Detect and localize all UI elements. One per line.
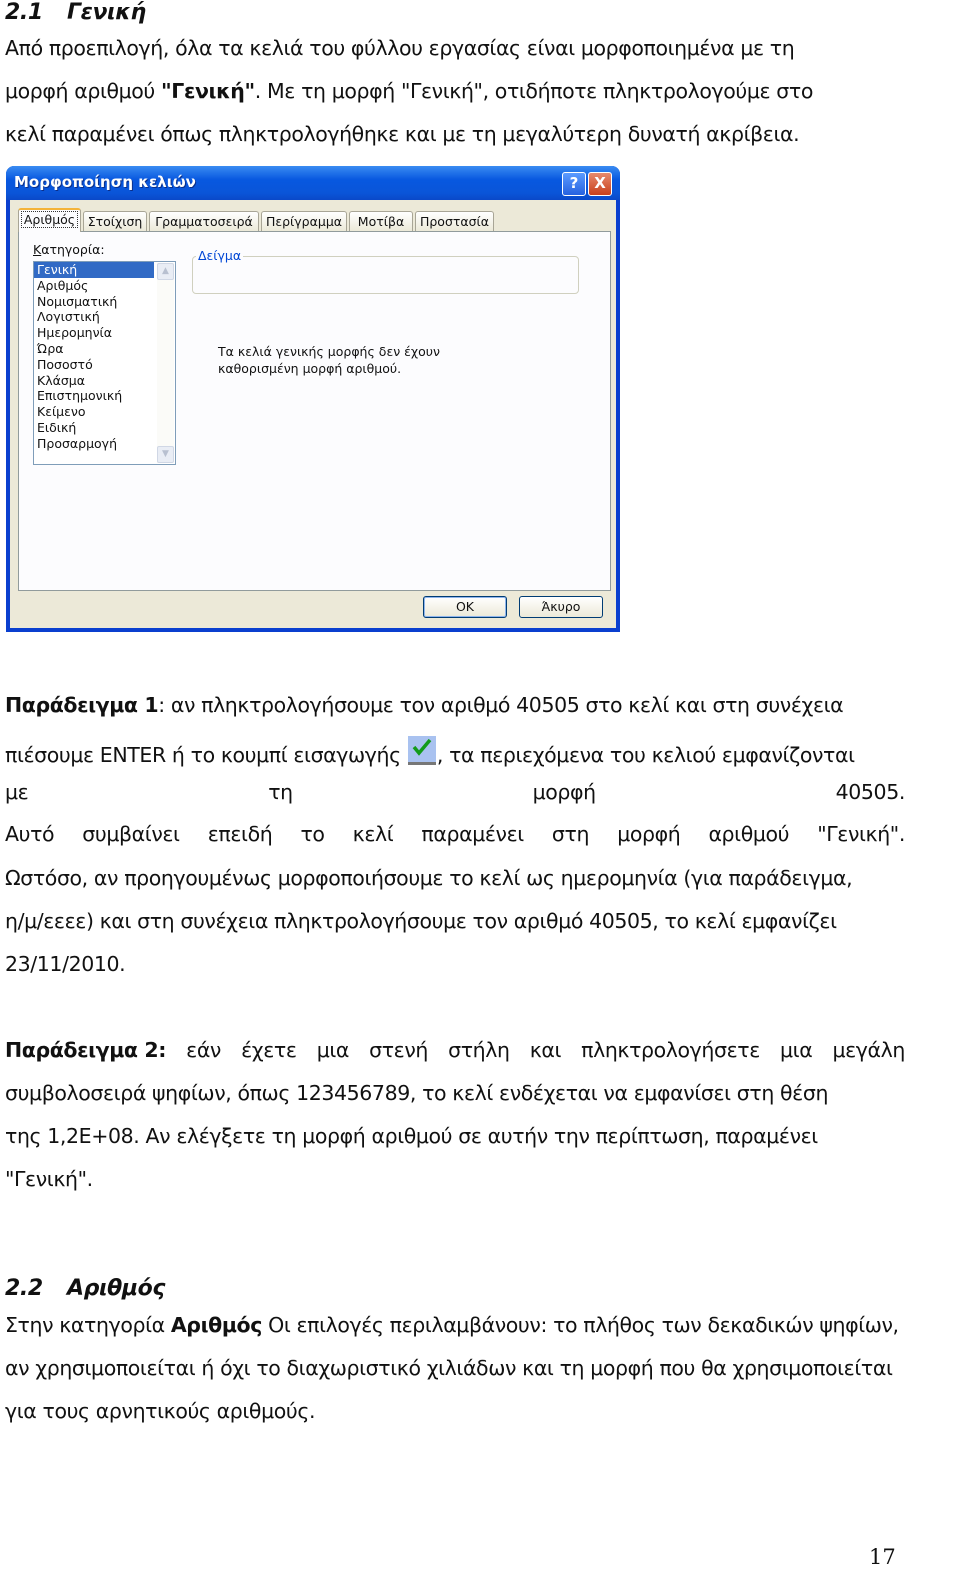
dialog-titlebar[interactable]: Μορφοποίηση κελιών ? X bbox=[6, 166, 620, 200]
tab-patterns[interactable]: Μοτίβα bbox=[349, 211, 413, 231]
category-item-text[interactable]: Κείμενο bbox=[34, 404, 154, 420]
word: το bbox=[300, 822, 325, 846]
tab-alignment[interactable]: Στοίχιση bbox=[83, 211, 147, 231]
category-item-scientific[interactable]: Επιστημονική bbox=[34, 388, 154, 404]
word: έχετε bbox=[241, 1038, 297, 1062]
example-1-line: η/μ/εεεε) και στη συνέχεια πληκτρολογήσο… bbox=[5, 909, 837, 933]
example-label: Παράδειγμα 2: bbox=[5, 1038, 167, 1062]
paragraph-line: Στην κατηγορία Αριθμός Οι επιλογές περιλ… bbox=[5, 1313, 899, 1337]
word: στήλη bbox=[448, 1038, 510, 1062]
close-icon: X bbox=[594, 174, 606, 192]
cancel-button[interactable]: Άκυρο bbox=[519, 596, 603, 618]
word: τη bbox=[268, 780, 293, 804]
word: αριθμού bbox=[708, 822, 790, 846]
help-button[interactable]: ? bbox=[562, 172, 586, 196]
enter-checkmark-icon bbox=[407, 736, 436, 765]
example-label: Παράδειγμα 1 bbox=[5, 693, 159, 717]
section-title: Αριθμός bbox=[67, 1276, 166, 1301]
scroll-down-icon[interactable]: ▼ bbox=[157, 446, 174, 463]
text: μορφή αριθμού bbox=[5, 79, 161, 103]
example-2-line: της 1,2E+08. Αν ελέγξετε τη μορφή αριθμο… bbox=[5, 1124, 818, 1148]
section-number: 2.1 bbox=[5, 0, 43, 25]
tab-panel-number: Κατηγορία: Γενική Αριθμός Νομισματική Λο… bbox=[18, 231, 611, 591]
example-2-line: Παράδειγμα 2: εάν έχετε μια στενή στήλη … bbox=[5, 1038, 905, 1062]
text: Στην κατηγορία bbox=[5, 1313, 171, 1337]
word: συμβαίνει bbox=[82, 822, 180, 846]
example-2-line: "Γενική". bbox=[5, 1167, 93, 1191]
label-text: ατηγορία: bbox=[41, 242, 105, 257]
word: 40505. bbox=[835, 780, 906, 804]
paragraph-line: για τους αρνητικούς αριθμούς. bbox=[5, 1399, 316, 1423]
word: στη bbox=[551, 822, 590, 846]
category-item-time[interactable]: Ώρα bbox=[34, 341, 154, 357]
category-listbox[interactable]: Γενική Αριθμός Νομισματική Λογιστική Ημε… bbox=[33, 261, 176, 465]
text: . Με τη μορφή "Γενική", οτιδήποτε πληκτρ… bbox=[254, 79, 814, 103]
category-item-general[interactable]: Γενική bbox=[34, 262, 154, 278]
word: Αυτό bbox=[5, 822, 55, 846]
word: επειδή bbox=[207, 822, 273, 846]
page-number: 17 bbox=[869, 1545, 896, 1569]
accelerator-key: Κ bbox=[33, 242, 42, 257]
format-cells-dialog: Μορφοποίηση κελιών ? X Αριθμός Στοίχιση … bbox=[6, 166, 620, 632]
tab-number[interactable]: Αριθμός bbox=[18, 208, 81, 232]
word: στενή bbox=[369, 1038, 428, 1062]
help-icon: ? bbox=[569, 174, 579, 192]
word: πληκτρολογήσετε bbox=[581, 1038, 760, 1062]
section-heading-2-1: 2.1 Γενική bbox=[5, 0, 146, 25]
text: , τα περιεχόμενα του κελιού εμφανίζονται bbox=[436, 743, 855, 767]
category-item-fraction[interactable]: Κλάσμα bbox=[34, 373, 154, 389]
dialog-title: Μορφοποίηση κελιών bbox=[14, 173, 196, 191]
category-item-special[interactable]: Ειδική bbox=[34, 420, 154, 436]
word: και bbox=[529, 1038, 562, 1062]
word: παραμένει bbox=[421, 822, 524, 846]
paragraph-line: Από προεπιλογή, όλα τα κελιά του φύλλου … bbox=[5, 36, 795, 60]
close-button[interactable]: X bbox=[588, 172, 612, 196]
ok-button[interactable]: OK bbox=[423, 596, 507, 618]
word: μορφή bbox=[617, 822, 681, 846]
category-item-date[interactable]: Ημερομηνία bbox=[34, 325, 154, 341]
word: "Γενική". bbox=[817, 822, 905, 846]
tab-protection[interactable]: Προστασία bbox=[415, 211, 494, 231]
word: μεγάλη bbox=[832, 1038, 905, 1062]
example-1-line: Αυτό συμβαίνει επειδή το κελί παραμένει … bbox=[5, 822, 905, 846]
category-item-custom[interactable]: Προσαρμογή bbox=[34, 436, 154, 452]
section-title: Γενική bbox=[67, 0, 146, 25]
tab-font[interactable]: Γραμματοσειρά bbox=[149, 211, 259, 231]
section-number: 2.2 bbox=[5, 1276, 43, 1301]
tab-border[interactable]: Περίγραμμα bbox=[261, 211, 347, 231]
dialog-body: Αριθμός Στοίχιση Γραμματοσειρά Περίγραμμ… bbox=[10, 200, 616, 628]
category-item-percentage[interactable]: Ποσοστό bbox=[34, 357, 154, 373]
category-item-accounting[interactable]: Λογιστική bbox=[34, 309, 154, 325]
paragraph-line: μορφή αριθμού "Γενική". Με τη μορφή "Γεν… bbox=[5, 79, 813, 103]
section-heading-2-2: 2.2 Αριθμός bbox=[5, 1276, 165, 1301]
word: εάν bbox=[186, 1038, 221, 1062]
word: μια bbox=[316, 1038, 350, 1062]
word: μια bbox=[780, 1038, 813, 1062]
example-1-line: Ωστόσο, αν προηγουμένως μορφοποιήσουμε τ… bbox=[5, 866, 853, 890]
text: Οι επιλογές περιλαμβάνουν: το πλήθος των… bbox=[261, 1313, 899, 1337]
example-1-line: πιέσουμε ENTER ή το κουμπί εισαγωγής , τ… bbox=[5, 736, 855, 767]
word: με bbox=[5, 780, 29, 804]
bold-text: "Γενική" bbox=[161, 79, 255, 103]
example-1-line: με τη μορφή 40505. bbox=[5, 780, 905, 804]
paragraph-line: κελί παραμένει όπως πληκτρολογήθηκε και … bbox=[5, 122, 800, 146]
text: πιέσουμε ENTER ή το κουμπί εισαγωγής bbox=[5, 743, 407, 767]
word: μορφή bbox=[532, 780, 597, 804]
word: κελί bbox=[352, 822, 394, 846]
example-1-line: 23/11/2010. bbox=[5, 952, 126, 976]
text: : αν πληκτρολογήσουμε τον αριθμό 40505 σ… bbox=[158, 693, 844, 717]
sample-label: Δείγμα bbox=[196, 248, 244, 263]
bold-text: Αριθμός bbox=[170, 1313, 263, 1337]
example-2-line: συμβολοσειρά ψηφίων, όπως 123456789, το … bbox=[5, 1081, 829, 1105]
scroll-up-icon[interactable]: ▲ bbox=[157, 263, 174, 280]
category-label: Κατηγορία: bbox=[33, 242, 105, 257]
sample-groupbox: Δείγμα bbox=[192, 248, 579, 294]
tab-label: Αριθμός bbox=[20, 211, 79, 228]
format-description: Τα κελιά γενικής μορφής δεν έχουν καθορι… bbox=[218, 344, 440, 376]
example-1-line: Παράδειγμα 1: αν πληκτρολογήσουμε τον αρ… bbox=[5, 693, 844, 717]
listbox-scrollbar[interactable]: ▲ ▼ bbox=[157, 263, 174, 463]
paragraph-line: αν χρησιμοποιείται ή όχι το διαχωριστικό… bbox=[5, 1356, 893, 1380]
category-item-number[interactable]: Αριθμός bbox=[34, 278, 154, 294]
category-item-currency[interactable]: Νομισματική bbox=[34, 294, 154, 310]
